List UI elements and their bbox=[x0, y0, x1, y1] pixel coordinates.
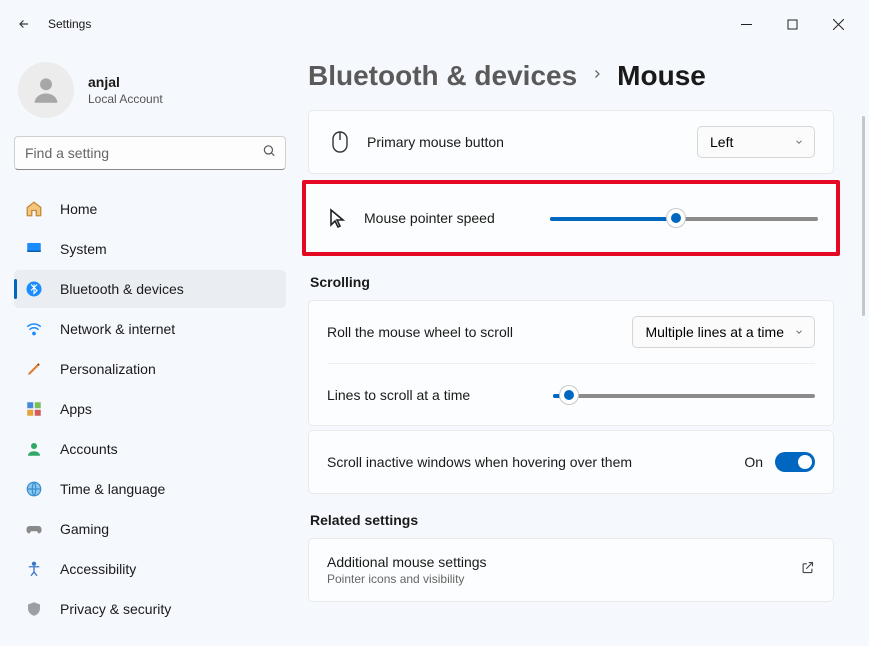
sidebar-item-label: Accounts bbox=[60, 441, 118, 457]
accessibility-icon bbox=[24, 560, 44, 578]
chevron-right-icon bbox=[591, 67, 603, 85]
primary-button-select[interactable]: Left bbox=[697, 126, 815, 158]
additional-settings-sub: Pointer icons and visibility bbox=[327, 572, 487, 586]
inactive-windows-toggle[interactable] bbox=[775, 452, 815, 472]
sidebar-item-label: Home bbox=[60, 201, 97, 217]
apps-icon bbox=[24, 400, 44, 418]
search-icon bbox=[262, 144, 276, 163]
breadcrumb: Bluetooth & devices Mouse bbox=[308, 60, 834, 92]
search-input[interactable] bbox=[14, 136, 286, 170]
inactive-windows-label: Scroll inactive windows when hovering ov… bbox=[327, 454, 632, 470]
profile-subtitle: Local Account bbox=[88, 92, 163, 106]
inactive-windows-row: Scroll inactive windows when hovering ov… bbox=[327, 431, 815, 493]
sidebar-item-bluetooth[interactable]: Bluetooth & devices bbox=[14, 270, 286, 308]
wifi-icon bbox=[24, 320, 44, 338]
toggle-state-text: On bbox=[744, 454, 763, 470]
lines-scroll-row: Lines to scroll at a time bbox=[327, 363, 815, 425]
back-button[interactable] bbox=[8, 8, 40, 40]
sidebar-item-label: Bluetooth & devices bbox=[60, 281, 184, 297]
window-title: Settings bbox=[48, 17, 91, 31]
sidebar-item-label: Gaming bbox=[60, 521, 109, 537]
profile-block[interactable]: anjal Local Account bbox=[14, 56, 286, 136]
related-heading: Related settings bbox=[310, 512, 834, 528]
lines-scroll-label: Lines to scroll at a time bbox=[327, 387, 470, 403]
roll-wheel-row: Roll the mouse wheel to scroll Multiple … bbox=[327, 301, 815, 363]
gaming-icon bbox=[24, 520, 44, 538]
system-icon bbox=[24, 240, 44, 258]
scrolling-heading: Scrolling bbox=[310, 274, 834, 290]
shield-icon bbox=[24, 600, 44, 618]
minimize-button[interactable] bbox=[723, 8, 769, 40]
sidebar-item-label: Privacy & security bbox=[60, 601, 171, 617]
sidebar-item-label: Personalization bbox=[60, 361, 156, 377]
close-button[interactable] bbox=[815, 8, 861, 40]
bluetooth-icon bbox=[24, 280, 44, 298]
highlight-box: Mouse pointer speed bbox=[302, 180, 840, 256]
roll-wheel-label: Roll the mouse wheel to scroll bbox=[327, 324, 513, 340]
breadcrumb-parent[interactable]: Bluetooth & devices bbox=[308, 60, 577, 92]
sidebar-item-accessibility[interactable]: Accessibility bbox=[14, 550, 286, 588]
sidebar-item-personalization[interactable]: Personalization bbox=[14, 350, 286, 388]
sidebar-item-accounts[interactable]: Accounts bbox=[14, 430, 286, 468]
maximize-button[interactable] bbox=[769, 8, 815, 40]
chevron-down-icon bbox=[794, 134, 804, 150]
profile-name: anjal bbox=[88, 74, 163, 90]
sidebar-item-label: Network & internet bbox=[60, 321, 175, 337]
sidebar-item-time[interactable]: Time & language bbox=[14, 470, 286, 508]
accounts-icon bbox=[24, 440, 44, 458]
open-external-icon bbox=[800, 560, 815, 580]
scrollbar[interactable] bbox=[862, 116, 865, 316]
sidebar-item-privacy[interactable]: Privacy & security bbox=[14, 590, 286, 628]
sidebar-item-apps[interactable]: Apps bbox=[14, 390, 286, 428]
cursor-icon bbox=[324, 208, 350, 228]
pointer-speed-row: Mouse pointer speed bbox=[324, 184, 818, 252]
sidebar-item-system[interactable]: System bbox=[14, 230, 286, 268]
mouse-icon bbox=[327, 131, 353, 153]
primary-button-label: Primary mouse button bbox=[367, 134, 504, 150]
sidebar-item-label: Time & language bbox=[60, 481, 165, 497]
sidebar-item-label: Accessibility bbox=[60, 561, 136, 577]
primary-button-row: Primary mouse button Left bbox=[327, 111, 815, 173]
sidebar-item-label: Apps bbox=[60, 401, 92, 417]
pointer-speed-slider[interactable] bbox=[550, 208, 818, 228]
additional-settings-title: Additional mouse settings bbox=[327, 554, 487, 570]
sidebar-item-gaming[interactable]: Gaming bbox=[14, 510, 286, 548]
pointer-speed-label: Mouse pointer speed bbox=[364, 210, 495, 226]
paint-icon bbox=[24, 360, 44, 378]
chevron-down-icon bbox=[794, 324, 804, 340]
sidebar-item-label: System bbox=[60, 241, 107, 257]
roll-wheel-select[interactable]: Multiple lines at a time bbox=[632, 316, 815, 348]
breadcrumb-current: Mouse bbox=[617, 60, 706, 92]
sidebar-item-home[interactable]: Home bbox=[14, 190, 286, 228]
sidebar-item-network[interactable]: Network & internet bbox=[14, 310, 286, 348]
additional-settings-link[interactable]: Additional mouse settings Pointer icons … bbox=[327, 539, 815, 601]
globe-icon bbox=[24, 480, 44, 498]
avatar bbox=[18, 62, 74, 118]
home-icon bbox=[24, 200, 44, 218]
lines-scroll-slider[interactable] bbox=[553, 385, 815, 405]
